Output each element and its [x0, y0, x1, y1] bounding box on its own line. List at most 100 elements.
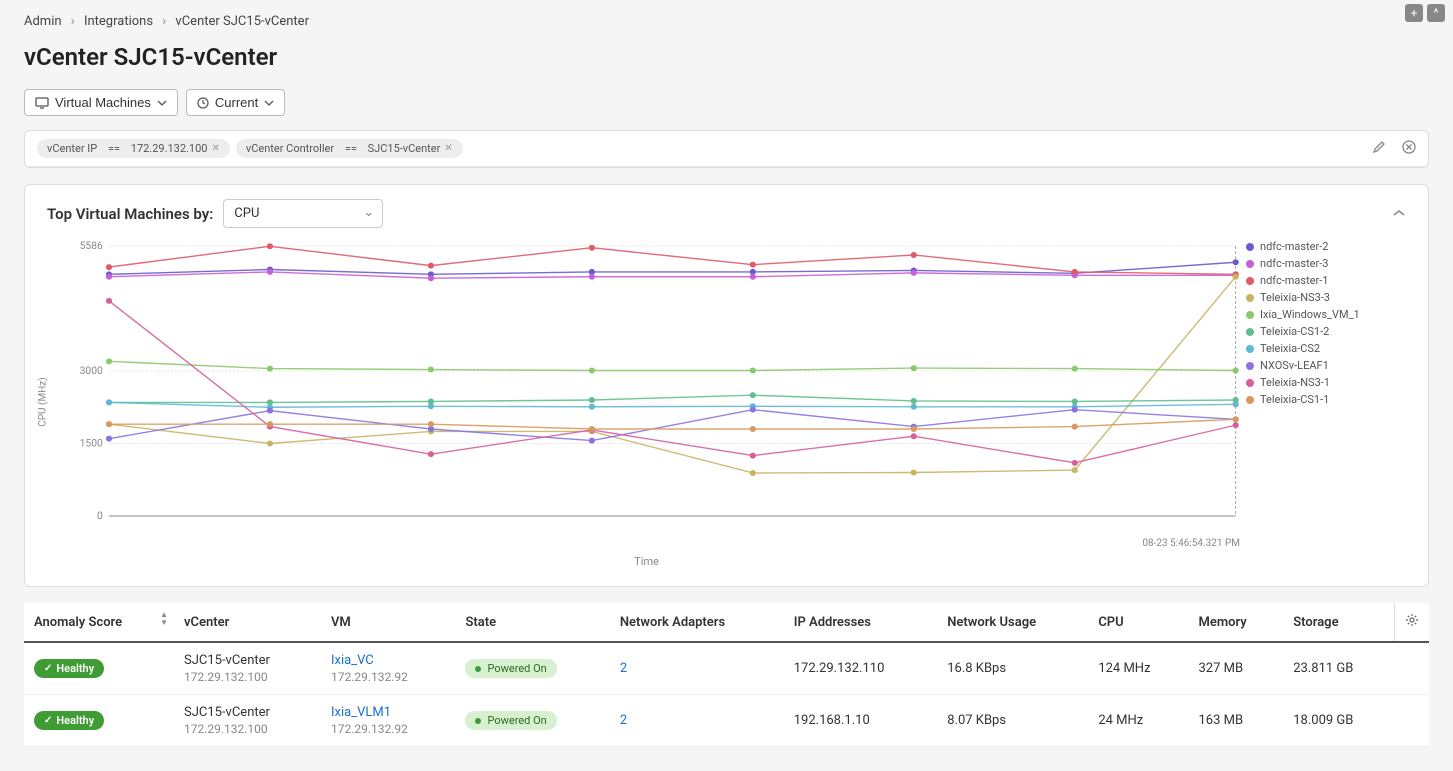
topbar-button-2[interactable]: ^ — [1427, 4, 1445, 22]
adapters-link[interactable]: 2 — [620, 661, 627, 676]
legend-label: Teleixia-CS2 — [1260, 342, 1320, 355]
table-row[interactable]: Healthy SJC15-vCenter172.29.132.100 Ixia… — [24, 642, 1429, 695]
col-ips[interactable]: IP Addresses — [784, 603, 938, 642]
table-row[interactable]: Healthy SJC15-vCenter172.29.132.100 Ixia… — [24, 695, 1429, 747]
toolbar: Virtual Machines Current — [0, 89, 1453, 130]
legend-item[interactable]: Ixia_Windows_VM_1 — [1246, 308, 1406, 321]
chevron-down-icon — [157, 100, 167, 106]
filter-chip-vcenter-controller[interactable]: vCenter Controller == SJC15-vCenter ✕ — [236, 139, 463, 158]
timerange-dropdown[interactable]: Current — [186, 89, 285, 116]
page-header: Admin › Integrations › vCenter SJC15-vCe… — [0, 0, 1453, 71]
chart-title: Top Virtual Machines by: — [47, 205, 213, 223]
cell-storage: 18.009 GB — [1283, 695, 1394, 747]
svg-text:0: 0 — [97, 511, 103, 522]
legend-label: ndfc-master-1 — [1260, 274, 1328, 287]
chart-timestamp: 08-23 5:46:54.321 PM — [47, 538, 1246, 549]
col-anomaly[interactable]: Anomaly Score ▲▼ — [24, 603, 174, 642]
legend-label: ndfc-master-2 — [1260, 240, 1328, 253]
anomaly-badge: Healthy — [34, 659, 104, 678]
vm-link[interactable]: Ixia_VC — [331, 653, 374, 668]
svg-text:5586: 5586 — [80, 241, 104, 252]
legend-item[interactable]: Teleixia-CS1-1 — [1246, 393, 1406, 406]
anomaly-badge: Healthy — [34, 711, 104, 730]
legend-item[interactable]: Teleixia-NS3-1 — [1246, 376, 1406, 389]
timerange-label: Current — [215, 95, 258, 110]
col-vm[interactable]: VM — [321, 603, 455, 642]
breadcrumb: Admin › Integrations › vCenter SJC15-vCe… — [24, 14, 1429, 29]
remove-filter-icon[interactable]: ✕ — [444, 143, 452, 154]
chart-panel: Top Virtual Machines by: CPU CPU (MHz) 5… — [24, 184, 1429, 587]
legend-label: Ixia_Windows_VM_1 — [1260, 308, 1360, 321]
legend-label: Teleixia-CS1-2 — [1260, 325, 1329, 338]
gear-icon — [1405, 613, 1419, 627]
edit-filter-icon[interactable] — [1372, 140, 1386, 158]
state-badge: Powered On — [465, 711, 556, 730]
legend-item[interactable]: NXOSv-LEAF1 — [1246, 359, 1406, 372]
legend-label: ndfc-master-3 — [1260, 257, 1328, 270]
remove-filter-icon[interactable]: ✕ — [211, 143, 219, 154]
breadcrumb-sep: › — [162, 14, 166, 29]
monitor-icon — [35, 97, 49, 109]
state-badge: Powered On — [465, 659, 556, 678]
legend-item[interactable]: Teleixia-CS2 — [1246, 342, 1406, 355]
chart-metric-select[interactable]: CPU — [223, 199, 383, 228]
legend-dot — [1246, 345, 1254, 353]
cell-memory: 163 MB — [1189, 695, 1284, 747]
cell-netusage: 8.07 KBps — [937, 695, 1088, 747]
legend-dot — [1246, 277, 1254, 285]
legend-dot — [1246, 294, 1254, 302]
col-vcenter[interactable]: vCenter — [174, 603, 321, 642]
chevron-down-icon — [264, 100, 274, 106]
chart-plot[interactable]: 5586 3000 1500 0 — [47, 236, 1246, 536]
filter-chip-vcenter-ip[interactable]: vCenter IP == 172.29.132.100 ✕ — [37, 139, 230, 158]
cell-memory: 327 MB — [1189, 642, 1284, 695]
legend-dot — [1246, 396, 1254, 404]
svg-text:1500: 1500 — [80, 439, 104, 450]
chart-xlabel: Time — [47, 555, 1246, 568]
vm-dropdown-label: Virtual Machines — [55, 95, 151, 110]
legend-label: NXOSv-LEAF1 — [1260, 359, 1329, 372]
chart-ylabel: CPU (MHz) — [38, 377, 49, 427]
legend-label: Teleixia-NS3-1 — [1260, 376, 1330, 389]
topbar-actions: + ^ — [1405, 4, 1445, 22]
filter-panel: vCenter IP == 172.29.132.100 ✕ vCenter C… — [24, 130, 1429, 168]
legend-item[interactable]: Teleixia-CS1-2 — [1246, 325, 1406, 338]
cell-vcenter: SJC15-vCenter172.29.132.100 — [174, 695, 321, 747]
legend-item[interactable]: ndfc-master-2 — [1246, 240, 1406, 253]
legend-item[interactable]: ndfc-master-1 — [1246, 274, 1406, 287]
vm-link[interactable]: Ixia_VLM1 — [331, 705, 391, 720]
col-cpu[interactable]: CPU — [1088, 603, 1188, 642]
filter-bar: vCenter IP == 172.29.132.100 ✕ vCenter C… — [25, 131, 1428, 167]
col-storage[interactable]: Storage — [1283, 603, 1394, 642]
legend-dot — [1246, 379, 1254, 387]
topbar-button-1[interactable]: + — [1405, 4, 1423, 22]
cell-ips: 192.168.1.10 — [784, 695, 938, 747]
chart-metric-value: CPU — [234, 206, 259, 221]
legend-dot — [1246, 260, 1254, 268]
cell-vm: Ixia_VLM1172.29.132.92 — [321, 695, 455, 747]
adapters-link[interactable]: 2 — [620, 713, 627, 728]
virtual-machines-dropdown[interactable]: Virtual Machines — [24, 89, 178, 116]
legend-item[interactable]: Teleixia-NS3-3 — [1246, 291, 1406, 304]
svg-text:3000: 3000 — [80, 366, 104, 377]
breadcrumb-integrations[interactable]: Integrations — [84, 14, 153, 29]
col-netusage[interactable]: Network Usage — [937, 603, 1088, 642]
breadcrumb-sep: › — [71, 14, 75, 29]
cell-vcenter: SJC15-vCenter172.29.132.100 — [174, 642, 321, 695]
vm-table: Anomaly Score ▲▼ vCenter VM State Networ… — [24, 603, 1429, 747]
col-adapters[interactable]: Network Adapters — [610, 603, 784, 642]
cell-vm: Ixia_VC172.29.132.92 — [321, 642, 455, 695]
chart-body: CPU (MHz) 5586 3000 1500 0 08-23 5:46:54.32… — [25, 228, 1428, 586]
col-memory[interactable]: Memory — [1189, 603, 1284, 642]
legend-dot — [1246, 328, 1254, 336]
breadcrumb-admin[interactable]: Admin — [24, 14, 62, 29]
chart-area: CPU (MHz) 5586300015000 08-23 5:46:54.32… — [47, 236, 1246, 568]
col-settings[interactable] — [1395, 603, 1430, 642]
clear-filters-icon[interactable] — [1402, 140, 1416, 158]
sort-icon: ▲▼ — [160, 611, 168, 627]
legend-label: Teleixia-CS1-1 — [1260, 393, 1329, 406]
col-state[interactable]: State — [455, 603, 609, 642]
chart-header: Top Virtual Machines by: CPU — [25, 185, 1428, 228]
legend-item[interactable]: ndfc-master-3 — [1246, 257, 1406, 270]
collapse-chart-icon[interactable] — [1392, 206, 1406, 221]
